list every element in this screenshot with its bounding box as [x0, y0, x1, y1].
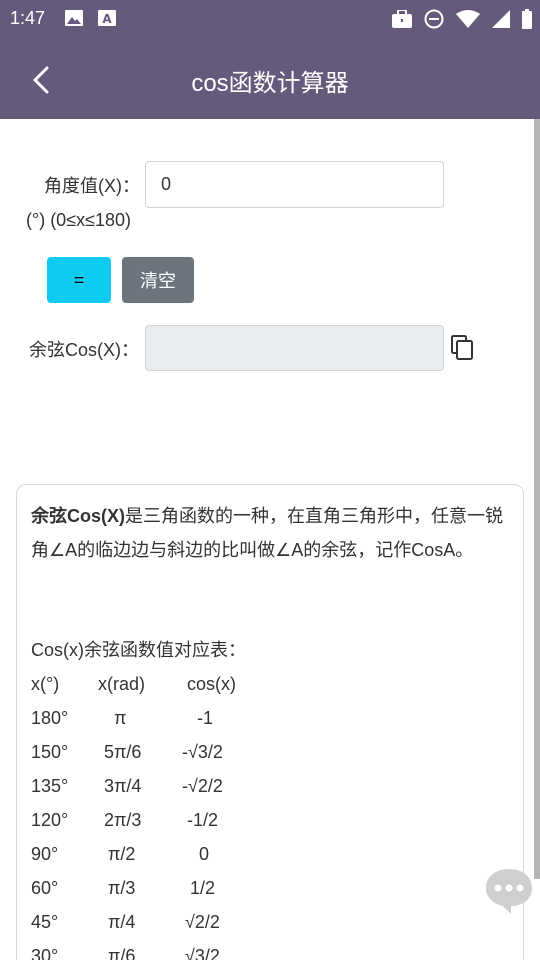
- row-deg: 30°: [31, 946, 59, 960]
- row-cos: -√2/2: [182, 776, 223, 796]
- row-rad: 5π/6: [104, 742, 142, 762]
- header-deg: x(°): [31, 674, 60, 694]
- app-bar: cos函数计算器: [0, 38, 540, 119]
- chat-bubble-icon[interactable]: [484, 866, 534, 916]
- status-bar: 1:47 A: [0, 0, 540, 38]
- header-rad: x(rad): [98, 674, 146, 694]
- row-cos: -1/2: [187, 810, 219, 830]
- status-time: 1:47: [10, 8, 46, 28]
- angle-range-note: (°) (0≤x≤180): [26, 210, 131, 230]
- page-title: cos函数计算器: [191, 70, 349, 97]
- row-rad: π/3: [108, 878, 136, 898]
- row-rad: π/6: [108, 946, 136, 960]
- row-rad: π: [114, 708, 127, 728]
- cos-label: 余弦Cos(X)：: [29, 340, 140, 360]
- intro-paragraph: 余弦Cos(X)是三角函数的一种，在直角三角形中，任意一锐角∠A的临边边与斜边的…: [31, 499, 509, 567]
- row-deg: 45°: [31, 912, 59, 932]
- dnd-icon: [424, 9, 444, 29]
- signal-icon: [492, 10, 510, 28]
- row-cos: 0: [199, 844, 210, 864]
- briefcase-icon: [392, 10, 412, 28]
- clear-button[interactable]: 清空: [122, 257, 194, 303]
- battery-icon: [522, 9, 532, 29]
- row-cos: √2/2: [185, 912, 220, 932]
- header-cos: cos(x): [187, 674, 236, 694]
- row-deg: 180°: [31, 708, 69, 728]
- angle-label: 角度值(X)：: [44, 176, 140, 196]
- info-card: 余弦Cos(X)是三角函数的一种，在直角三角形中，任意一锐角∠A的临边边与斜边的…: [16, 484, 524, 960]
- row-cos: -1: [197, 708, 214, 728]
- wifi-icon: [456, 10, 480, 28]
- a-icon: A: [98, 10, 116, 26]
- row-deg: 60°: [31, 878, 59, 898]
- row-rad: 2π/3: [104, 810, 142, 830]
- row-deg: 135°: [31, 776, 69, 796]
- row-rad: 3π/4: [104, 776, 142, 796]
- angle-input[interactable]: [145, 161, 444, 208]
- table-title: Cos(x)余弦函数值对应表：: [31, 640, 246, 660]
- cos-result-field[interactable]: [145, 325, 444, 371]
- row-rad: π/4: [108, 912, 136, 932]
- svg-text:A: A: [102, 12, 112, 26]
- row-deg: 150°: [31, 742, 69, 762]
- row-rad: π/2: [108, 844, 136, 864]
- copy-icon[interactable]: [451, 335, 475, 361]
- row-cos: √3/2: [185, 946, 220, 960]
- row-deg: 90°: [31, 844, 59, 864]
- row-cos: -√3/2: [182, 742, 223, 762]
- image-icon: [65, 10, 83, 26]
- row-cos: 1/2: [190, 878, 216, 898]
- equals-button[interactable]: =: [47, 257, 111, 303]
- status-right-icons: [392, 8, 532, 30]
- intro-term: 余弦Cos(X): [31, 506, 125, 526]
- scrollbar[interactable]: [534, 119, 540, 879]
- row-deg: 120°: [31, 810, 69, 830]
